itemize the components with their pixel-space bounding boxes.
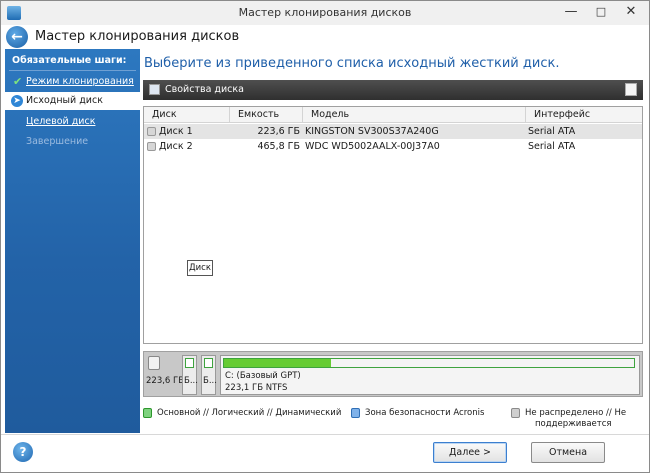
table-header: Диск Емкость Модель Интерфейс <box>144 107 642 123</box>
table-row[interactable]: Диск 2 465,8 ГБ WDC WD5002AALX-00J37A0 S… <box>144 139 642 154</box>
partition-usage-bar <box>185 358 194 368</box>
document-icon[interactable] <box>625 83 637 96</box>
sidebar-item-label: Режим клонирования <box>26 76 134 87</box>
footer-divider <box>1 434 649 435</box>
disk-properties-button[interactable]: Свойства диска <box>165 84 244 95</box>
partition-usage-bar <box>223 358 635 368</box>
page-title: Выберите из приведенного списка исходный… <box>144 56 560 71</box>
window-title: Мастер клонирования дисков <box>238 6 412 19</box>
partition-details: 223,1 ГБ NTFS <box>225 383 288 393</box>
sidebar-item-label: Исходный диск <box>26 95 103 106</box>
sidebar-item-clone-mode[interactable]: ✔ Режим клонирования <box>5 73 140 91</box>
disk-model: WDC WD5002AALX-00J37A0 <box>305 141 440 152</box>
partition-block[interactable]: Б... <box>182 355 198 395</box>
column-header-model[interactable]: Модель <box>303 107 526 123</box>
next-button[interactable]: Далее > <box>433 442 507 463</box>
partition-c[interactable]: C: (Базовый GPT) 223,1 ГБ NTFS <box>220 355 640 395</box>
disk-toolbar: Свойства диска <box>143 80 643 100</box>
disk-capacity: 223,6 ГБ <box>257 126 300 137</box>
disk-icon <box>147 142 156 151</box>
disk-properties-icon <box>149 84 160 95</box>
partition-block[interactable]: Б... <box>201 355 217 395</box>
table-row[interactable]: Диск 1 223,6 ГБ KINGSTON SV300S37A240G S… <box>144 124 642 139</box>
disk-name: Диск 2 <box>159 141 193 152</box>
wizard-title: Мастер клонирования дисков <box>35 29 240 44</box>
minimize-button[interactable]: — <box>556 1 586 23</box>
legend-label: Не распределено // Не <box>525 408 627 418</box>
primary-partition-swatch-icon <box>143 408 152 418</box>
column-header-capacity[interactable]: Емкость <box>230 107 303 123</box>
steps-sidebar: Обязательные шаги: ✔ Режим клонирования … <box>5 49 140 433</box>
acronis-zone-swatch-icon <box>351 408 360 418</box>
current-step-arrow-icon: ➤ <box>11 95 23 107</box>
disk-model: KINGSTON SV300S37A240G <box>305 126 439 137</box>
disk-capacity: 465,8 ГБ <box>257 141 300 152</box>
unallocated-swatch-icon <box>511 408 520 418</box>
disk-icon <box>148 356 160 370</box>
disk-map-size: 223,6 ГБ <box>146 376 185 386</box>
sidebar-item-label: Целевой диск <box>26 116 96 127</box>
partition-usage-bar <box>204 358 213 368</box>
maximize-button[interactable]: □ <box>586 1 616 23</box>
back-arrow-icon[interactable]: ← <box>6 26 28 48</box>
column-header-disk[interactable]: Диск <box>144 107 230 123</box>
disk-interface: Serial ATA <box>528 141 576 152</box>
disk-tooltip: Диск <box>187 260 213 276</box>
disk-table: Диск Емкость Модель Интерфейс Диск 1 223… <box>143 106 643 344</box>
checkmark-icon: ✔ <box>13 75 23 88</box>
legend-label: Зона безопасности Acronis <box>365 408 485 418</box>
wizard-window: Мастер клонирования дисков — □ ✕ ← Масте… <box>0 0 650 473</box>
sidebar-section-title: Обязательные шаги: <box>12 55 127 66</box>
disk-interface: Serial ATA <box>528 126 576 137</box>
title-bar: Мастер клонирования дисков — □ ✕ <box>1 1 649 25</box>
sidebar-item-target-disk[interactable]: Целевой диск <box>5 113 140 131</box>
sidebar-item-finish: Завершение <box>5 133 140 151</box>
disk-icon <box>147 127 156 136</box>
cancel-button[interactable]: Отмена <box>531 442 605 463</box>
help-icon[interactable]: ? <box>13 442 33 462</box>
wizard-header: ← Мастер клонирования дисков <box>1 25 649 49</box>
partition-title: C: (Базовый GPT) <box>225 371 301 381</box>
legend-label-continuation: поддерживается <box>535 419 612 429</box>
close-button[interactable]: ✕ <box>616 1 646 23</box>
sidebar-item-source-disk[interactable]: ➤ Исходный диск <box>5 92 140 110</box>
legend-label: Основной // Логический // Динамический <box>157 408 342 418</box>
sidebar-divider <box>9 70 136 71</box>
column-header-interface[interactable]: Интерфейс <box>526 107 642 123</box>
disk-map: 223,6 ГБ Б... Б... C: (Базовый GPT) 223,… <box>143 351 643 397</box>
partition-label: Б... <box>184 376 198 386</box>
disk-name: Диск 1 <box>159 126 193 137</box>
sidebar-item-label: Завершение <box>26 136 89 147</box>
partition-usage-fill <box>224 359 331 367</box>
partition-label: Б... <box>203 376 217 386</box>
